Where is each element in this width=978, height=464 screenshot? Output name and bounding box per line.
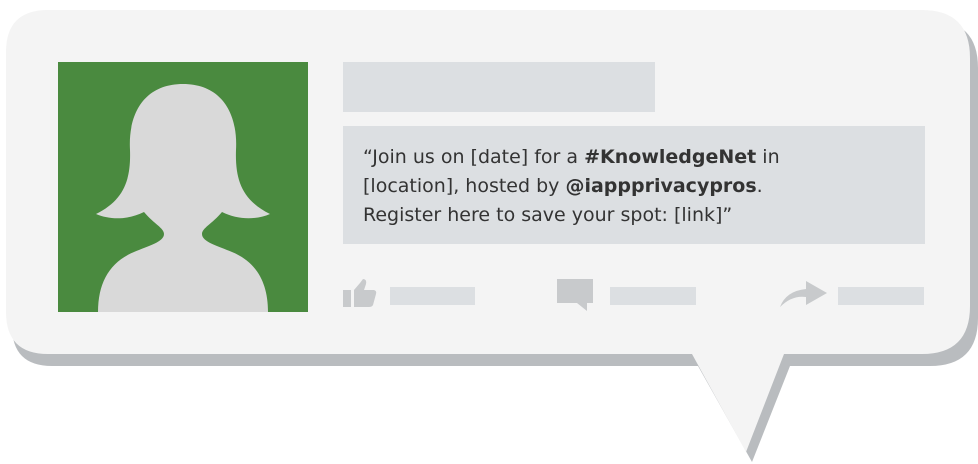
avatar [58,62,308,312]
post-content: “Join us on [date] for a #KnowledgeNet i… [343,126,925,244]
share-count-placeholder [838,287,924,305]
hashtag-link[interactable]: #KnowledgeNet [584,146,756,168]
comment-icon [557,279,593,311]
close-quote: ” [722,204,733,226]
comment-count-placeholder [610,287,696,305]
author-name-placeholder [343,62,655,112]
post-text: “Join us on [date] for a #KnowledgeNet i… [363,143,925,230]
handle-link[interactable]: @iappprivacypros [565,175,756,197]
share-action[interactable] [780,279,925,309]
post-text-line-1-end: in [756,146,780,168]
share-arrow-icon [780,281,827,307]
open-quote: “ [363,146,373,168]
thumbs-up-icon [343,279,377,307]
post-text-period: . [756,175,763,197]
post-text-line-1: Join us on [date] for a [372,146,585,168]
user-silhouette-icon [58,62,308,312]
post-text-line-3: Register here to save your spot: [link] [363,204,723,226]
like-action[interactable] [343,279,478,309]
like-count-placeholder [390,287,475,305]
comment-action[interactable] [557,279,697,311]
post-text-line-2: [location], hosted by [363,175,566,197]
